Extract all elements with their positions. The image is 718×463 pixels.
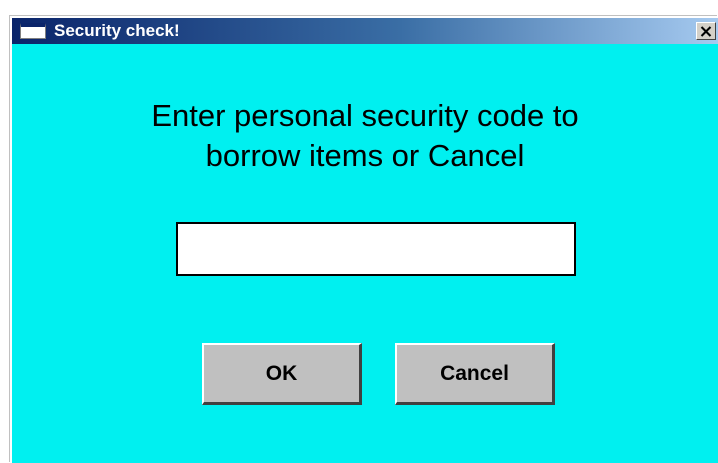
- cancel-button[interactable]: Cancel: [395, 343, 555, 405]
- window-app-icon: [20, 23, 46, 39]
- title-bar[interactable]: Security check!: [12, 18, 718, 44]
- security-check-window: Security check! Enter personal security …: [10, 16, 718, 463]
- window-title: Security check!: [54, 21, 180, 40]
- ok-button[interactable]: OK: [202, 343, 362, 405]
- prompt-text: Enter personal security code to borrow i…: [12, 96, 718, 176]
- security-code-input[interactable]: [176, 222, 576, 276]
- close-glyph-icon: [700, 26, 712, 37]
- dialog-body: Enter personal security code to borrow i…: [12, 44, 718, 463]
- prompt-line-2: borrow items or Cancel: [205, 138, 525, 173]
- close-icon[interactable]: [696, 22, 716, 40]
- prompt-line-1: Enter personal security code to: [151, 98, 579, 133]
